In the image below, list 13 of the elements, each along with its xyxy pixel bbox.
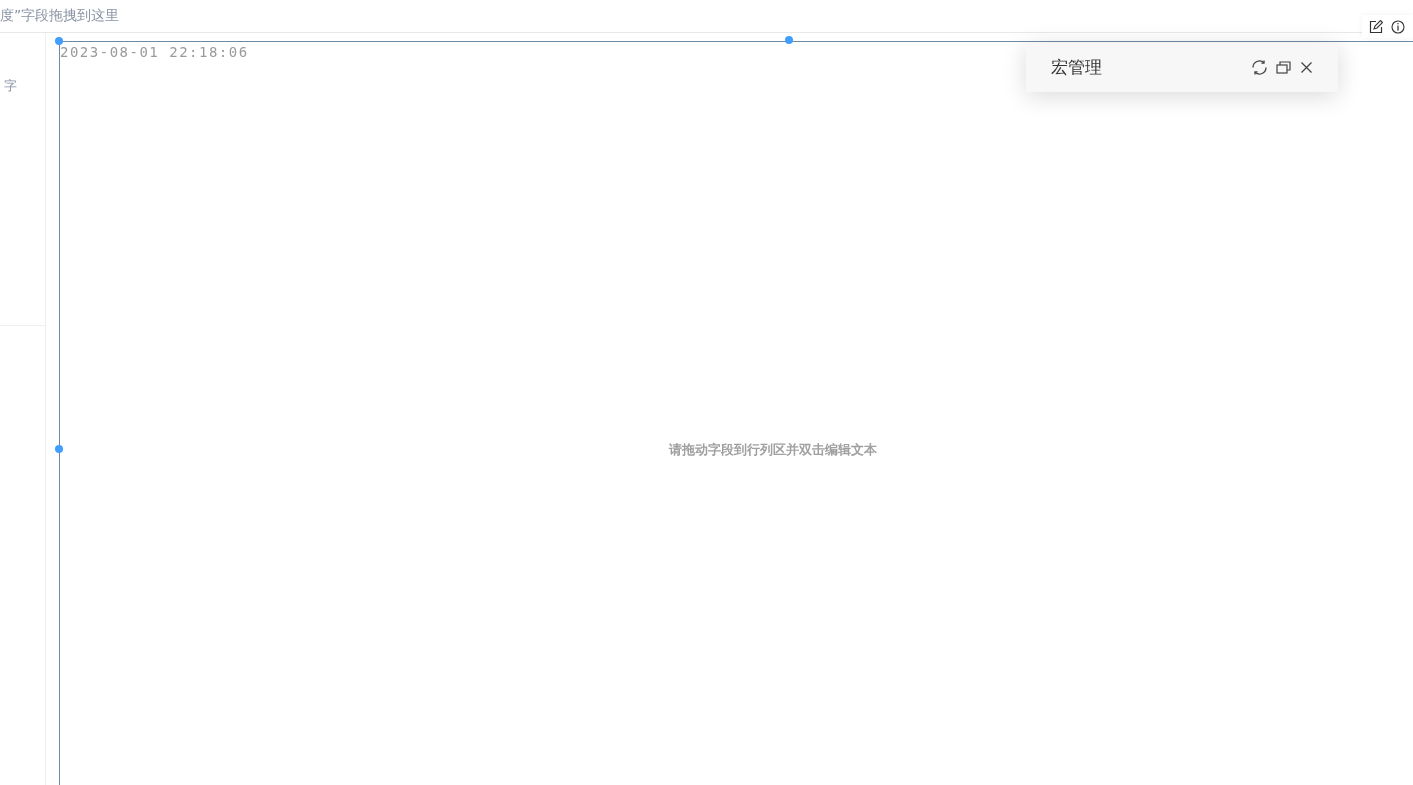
drop-hint: 度”字段拖拽到这里 xyxy=(0,7,120,25)
field-label: 字 xyxy=(4,77,17,95)
restore-window-icon[interactable] xyxy=(1276,60,1292,75)
close-icon[interactable] xyxy=(1300,61,1313,74)
panel-title: 宏管理 xyxy=(1051,56,1103,79)
resize-handle[interactable] xyxy=(785,36,793,44)
timestamp-text: 2023-08-01 22:18:06 xyxy=(60,44,249,60)
refresh-icon[interactable] xyxy=(1251,59,1268,76)
edit-icon[interactable] xyxy=(1369,19,1383,34)
placeholder-text: 请拖动字段到行列区并双击编辑文本 xyxy=(669,441,877,459)
resize-handle[interactable] xyxy=(55,37,63,45)
info-icon[interactable] xyxy=(1391,19,1405,34)
resize-handle[interactable] xyxy=(55,445,63,453)
